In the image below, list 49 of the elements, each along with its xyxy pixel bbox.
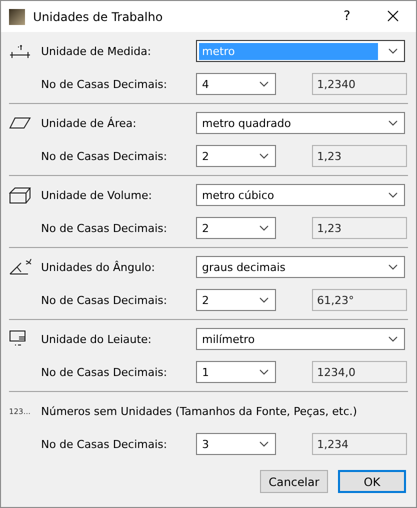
preview-field: 1,234 xyxy=(312,433,407,455)
decimals-dropdown[interactable]: 2 xyxy=(196,145,276,167)
chevron-down-icon xyxy=(259,369,269,375)
parallelogram-icon xyxy=(9,117,31,129)
decimals-label: No de Casas Decimais: xyxy=(41,438,168,450)
chevron-down-icon xyxy=(259,225,269,231)
dimension-icon xyxy=(9,44,31,58)
unit-label: Unidade de Área: xyxy=(41,116,138,130)
cancel-button[interactable]: Cancelar xyxy=(260,470,328,493)
preview-field: 1,23 xyxy=(312,217,407,239)
unit-label: Unidade de Volume: xyxy=(41,188,153,202)
decimals-dropdown[interactable]: 1 xyxy=(196,361,276,383)
decimals-label: No de Casas Decimais: xyxy=(41,78,168,90)
decimals-dropdown[interactable]: 2 xyxy=(196,217,276,239)
preview-field: 1234,0 xyxy=(312,361,407,383)
preview-field: 1,23 xyxy=(312,145,407,167)
decimals-dropdown[interactable]: 3 xyxy=(196,433,276,455)
help-button[interactable]: ? xyxy=(324,9,370,24)
layout-sheet-icon xyxy=(9,330,27,348)
decimals-label: No de Casas Decimais: xyxy=(41,222,168,234)
box-icon xyxy=(9,186,31,204)
unit-dropdown[interactable]: milímetro xyxy=(196,328,405,350)
unit-label: Unidade de Medida: xyxy=(41,44,152,58)
chevron-down-icon xyxy=(259,297,269,303)
unit-label: Unidade do Leiaute: xyxy=(41,332,153,346)
unit-label: Unidades do Ângulo: xyxy=(41,260,156,274)
angle-icon xyxy=(9,258,33,276)
chevron-down-icon xyxy=(388,336,398,342)
unit-dropdown[interactable]: metro cúbico xyxy=(196,184,405,206)
chevron-down-icon xyxy=(388,192,398,198)
decimals-label: No de Casas Decimais: xyxy=(41,150,168,162)
chevron-down-icon xyxy=(259,81,269,87)
unit-dropdown[interactable]: metro quadrado xyxy=(196,112,405,134)
ok-button[interactable]: OK xyxy=(338,470,406,493)
preview-field: 61,23° xyxy=(312,289,407,311)
preview-field: 1,2340 xyxy=(312,73,407,95)
window-title: Unidades de Trabalho xyxy=(33,10,164,24)
chevron-down-icon xyxy=(388,264,398,270)
unit-label: Números sem Unidades (Tamanhos da Fonte, Peças, etc.) xyxy=(41,404,358,418)
chevron-down-icon xyxy=(259,441,269,447)
app-logo-icon xyxy=(9,8,25,24)
chevron-down-icon xyxy=(388,120,398,126)
decimals-label: No de Casas Decimais: xyxy=(41,366,168,378)
decimals-dropdown[interactable]: 4 xyxy=(196,73,276,95)
unit-dropdown[interactable]: graus decimais xyxy=(196,256,405,278)
chevron-down-icon xyxy=(259,153,269,159)
decimals-label: No de Casas Decimais: xyxy=(41,294,168,306)
decimals-dropdown[interactable]: 2 xyxy=(196,289,276,311)
chevron-down-icon xyxy=(388,48,398,54)
